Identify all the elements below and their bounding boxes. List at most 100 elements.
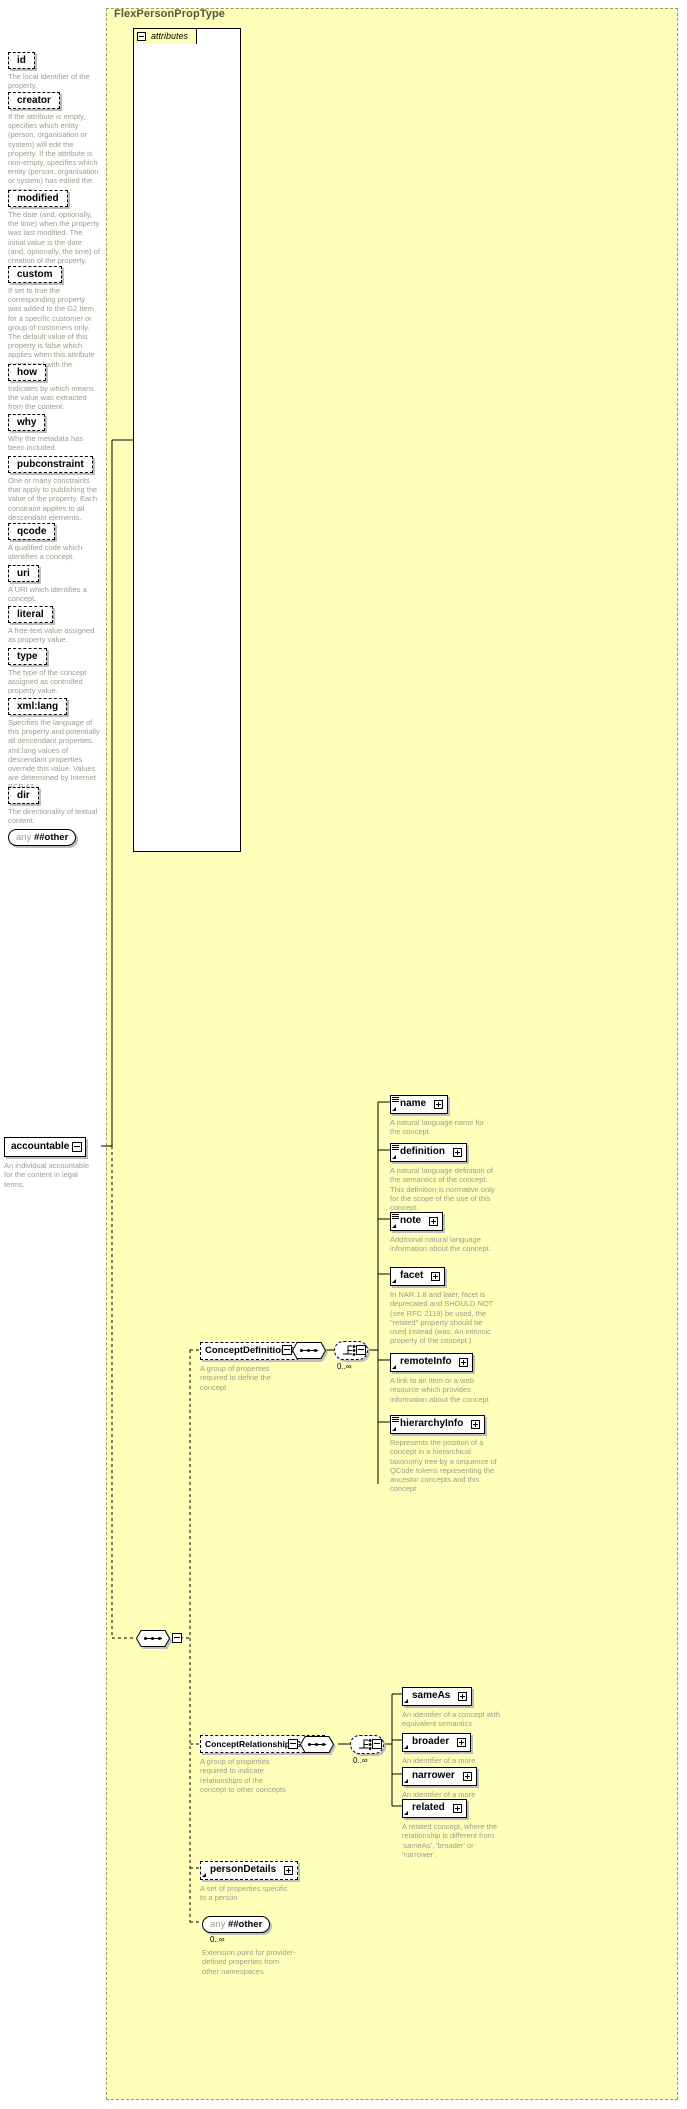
expand-persondetails-icon[interactable] (283, 1865, 293, 1875)
element-name-description: A natural language name for the concept. (390, 1118, 485, 1137)
group-concept-definition[interactable]: ConceptDefinitionGroup A group of proper… (200, 1340, 321, 1392)
reference-arrow-icon (404, 1778, 410, 1784)
element-sameas-box[interactable]: sameAs (402, 1687, 473, 1706)
attribute-chip[interactable]: why (8, 414, 46, 431)
collapse-accountable-icon[interactable] (72, 1142, 83, 1152)
expand-name-icon[interactable] (433, 1099, 443, 1109)
element-note-box[interactable]: note (390, 1212, 443, 1231)
group-concept-relationships-description: A group of properties required to indica… (200, 1757, 286, 1794)
element-remoteinfo-box[interactable]: remoteInfo (390, 1353, 474, 1372)
attribute-chip[interactable]: dir (8, 787, 39, 804)
attribute-id[interactable]: id The local identifier of the property. (8, 50, 102, 90)
collapse-concept-relationships-icon[interactable] (288, 1739, 298, 1749)
attribute-chip[interactable]: qcode (8, 523, 56, 540)
element-any-other-trailing[interactable]: any ##other 0..∞ Extension point for pro… (202, 1914, 302, 1976)
attribute-type[interactable]: type The type of the concept assigned as… (8, 646, 102, 696)
expand-facet-icon[interactable] (431, 1271, 441, 1281)
expand-definition-icon[interactable] (452, 1147, 462, 1157)
element-related[interactable]: related A related concept, where the rel… (402, 1798, 510, 1859)
element-note[interactable]: note Additional natural language informa… (390, 1211, 500, 1254)
attribute-description: Specifies the language of this property … (8, 718, 100, 791)
expand-narrower-icon[interactable] (462, 1771, 472, 1781)
element-facet-box[interactable]: facet (390, 1267, 446, 1286)
expand-related-icon[interactable] (452, 1803, 462, 1813)
collapse-root-sequence-icon[interactable] (172, 1633, 182, 1643)
element-facet[interactable]: facet In NAR 1.8 and later, facet is dep… (390, 1266, 500, 1346)
multiplicity-concept-definition: 0..∞ (337, 1362, 352, 1371)
element-definition-box[interactable]: definition (390, 1143, 467, 1162)
sequence-connector-concept-definition[interactable] (292, 1342, 328, 1361)
reference-arrow-icon (392, 1278, 398, 1284)
sequence-connector-concept-relationships[interactable] (300, 1736, 336, 1755)
attribute-chip[interactable]: custom (8, 266, 62, 283)
collapse-attributes-icon[interactable] (137, 32, 146, 41)
element-broader-box[interactable]: broader (402, 1733, 472, 1752)
element-hierarchyinfo[interactable]: hierarchyInfo Represents the position of… (390, 1414, 502, 1494)
attribute-uri[interactable]: uri A URI which identifies a concept. (8, 563, 102, 603)
expand-note-icon[interactable] (428, 1216, 438, 1226)
attribute-why[interactable]: why Why the metadata has been included. (8, 412, 102, 452)
element-name[interactable]: name A natural language name for the con… (390, 1094, 500, 1137)
attribute-creator[interactable]: creator If the attribute is empty, speci… (8, 90, 102, 195)
expand-hierarchyinfo-icon[interactable] (471, 1419, 481, 1429)
expand-remoteinfo-icon[interactable] (459, 1357, 469, 1367)
attribute-description: Indicates by which means the value was e… (8, 384, 94, 412)
any-chip[interactable]: any ##other (8, 829, 77, 846)
attribute-chip[interactable]: how (8, 364, 46, 381)
attribute-chip[interactable]: creator (8, 92, 60, 109)
attribute-chip[interactable]: pubconstraint (8, 456, 93, 473)
element-hierarchyinfo-box[interactable]: hierarchyInfo (390, 1415, 486, 1434)
reference-arrow-icon (392, 1154, 398, 1160)
reference-arrow-icon (392, 1223, 398, 1229)
collapse-choice-concept-relationships-icon[interactable] (372, 1739, 382, 1749)
element-accountable-box[interactable]: accountable (4, 1137, 87, 1157)
element-remoteinfo[interactable]: remoteInfo A link to an item or a web re… (390, 1352, 500, 1404)
element-facet-label: facet (400, 1270, 424, 1282)
attribute-description: A qualified code which identifies a conc… (8, 543, 83, 562)
element-accountable[interactable]: accountable An individual accountable fo… (4, 1136, 96, 1189)
attribute-chip[interactable]: xml:lang (8, 698, 68, 715)
attribute-any-other[interactable]: any ##other (8, 827, 102, 846)
attribute-literal[interactable]: literal A free-text value assigned as pr… (8, 604, 102, 644)
attribute-chip[interactable]: uri (8, 565, 39, 582)
attribute-chip[interactable]: id (8, 52, 35, 69)
element-name-box[interactable]: name (390, 1095, 448, 1114)
attribute-description: If the attribute is empty, specifies whi… (8, 112, 99, 195)
group-concept-definition-description: A group of properties required to define… (200, 1364, 271, 1392)
collapse-concept-definition-icon[interactable] (282, 1345, 292, 1355)
attribute-modified[interactable]: modified The date (and, optionally, the … (8, 188, 102, 265)
any-chip[interactable]: any ##other (202, 1916, 271, 1933)
attribute-qcode[interactable]: qcode A qualified code which identifies … (8, 521, 102, 561)
expand-sameas-icon[interactable] (458, 1691, 468, 1701)
element-related-box[interactable]: related (402, 1799, 467, 1818)
element-narrower-box[interactable]: narrower (402, 1767, 477, 1786)
attribute-description: The local identifier of the property. (8, 72, 90, 91)
attribute-chip[interactable]: literal (8, 606, 53, 623)
attribute-xml-lang[interactable]: xml:lang Specifies the language of this … (8, 696, 102, 792)
attribute-pubconstraint[interactable]: pubconstraint One or many constraints th… (8, 454, 102, 522)
reference-arrow-icon (392, 1364, 398, 1370)
element-accountable-label: accountable (11, 1141, 70, 1152)
element-persondetails-box[interactable]: personDetails (200, 1861, 298, 1880)
element-note-label: note (400, 1215, 422, 1227)
attribute-chip[interactable]: type (8, 648, 47, 665)
element-remoteinfo-description: A link to an item or a web resource whic… (390, 1376, 489, 1404)
sequence-icon (392, 1417, 399, 1423)
element-persondetails[interactable]: personDetails A set of properties specif… (200, 1860, 300, 1903)
element-sameas[interactable]: sameAs An identifier of a concept with e… (402, 1686, 510, 1729)
attribute-chip[interactable]: modified (8, 190, 68, 207)
expand-broader-icon[interactable] (457, 1737, 467, 1747)
element-persondetails-description: A set of properties specific to a person (200, 1884, 288, 1903)
sequence-connector-root[interactable] (136, 1630, 172, 1649)
attribute-dir[interactable]: dir The directionality of textual conten… (8, 785, 102, 825)
group-concept-relationships[interactable]: ConceptRelationshipsGroup A group of pro… (200, 1734, 326, 1794)
collapse-choice-concept-definition-icon[interactable] (356, 1345, 366, 1355)
multiplicity-any-other: 0..∞ (210, 1935, 225, 1944)
element-name-label: name (400, 1098, 427, 1110)
element-hierarchyinfo-description: Represents the position of a concept in … (390, 1438, 497, 1494)
any-keyword: any (210, 1919, 226, 1930)
attribute-how[interactable]: how Indicates by which means the value w… (8, 362, 102, 412)
attributes-tab[interactable]: attributes (133, 28, 197, 44)
element-definition[interactable]: definition A natural language definition… (390, 1142, 500, 1212)
attribute-custom[interactable]: custom If set to true the corresponding … (8, 264, 102, 378)
